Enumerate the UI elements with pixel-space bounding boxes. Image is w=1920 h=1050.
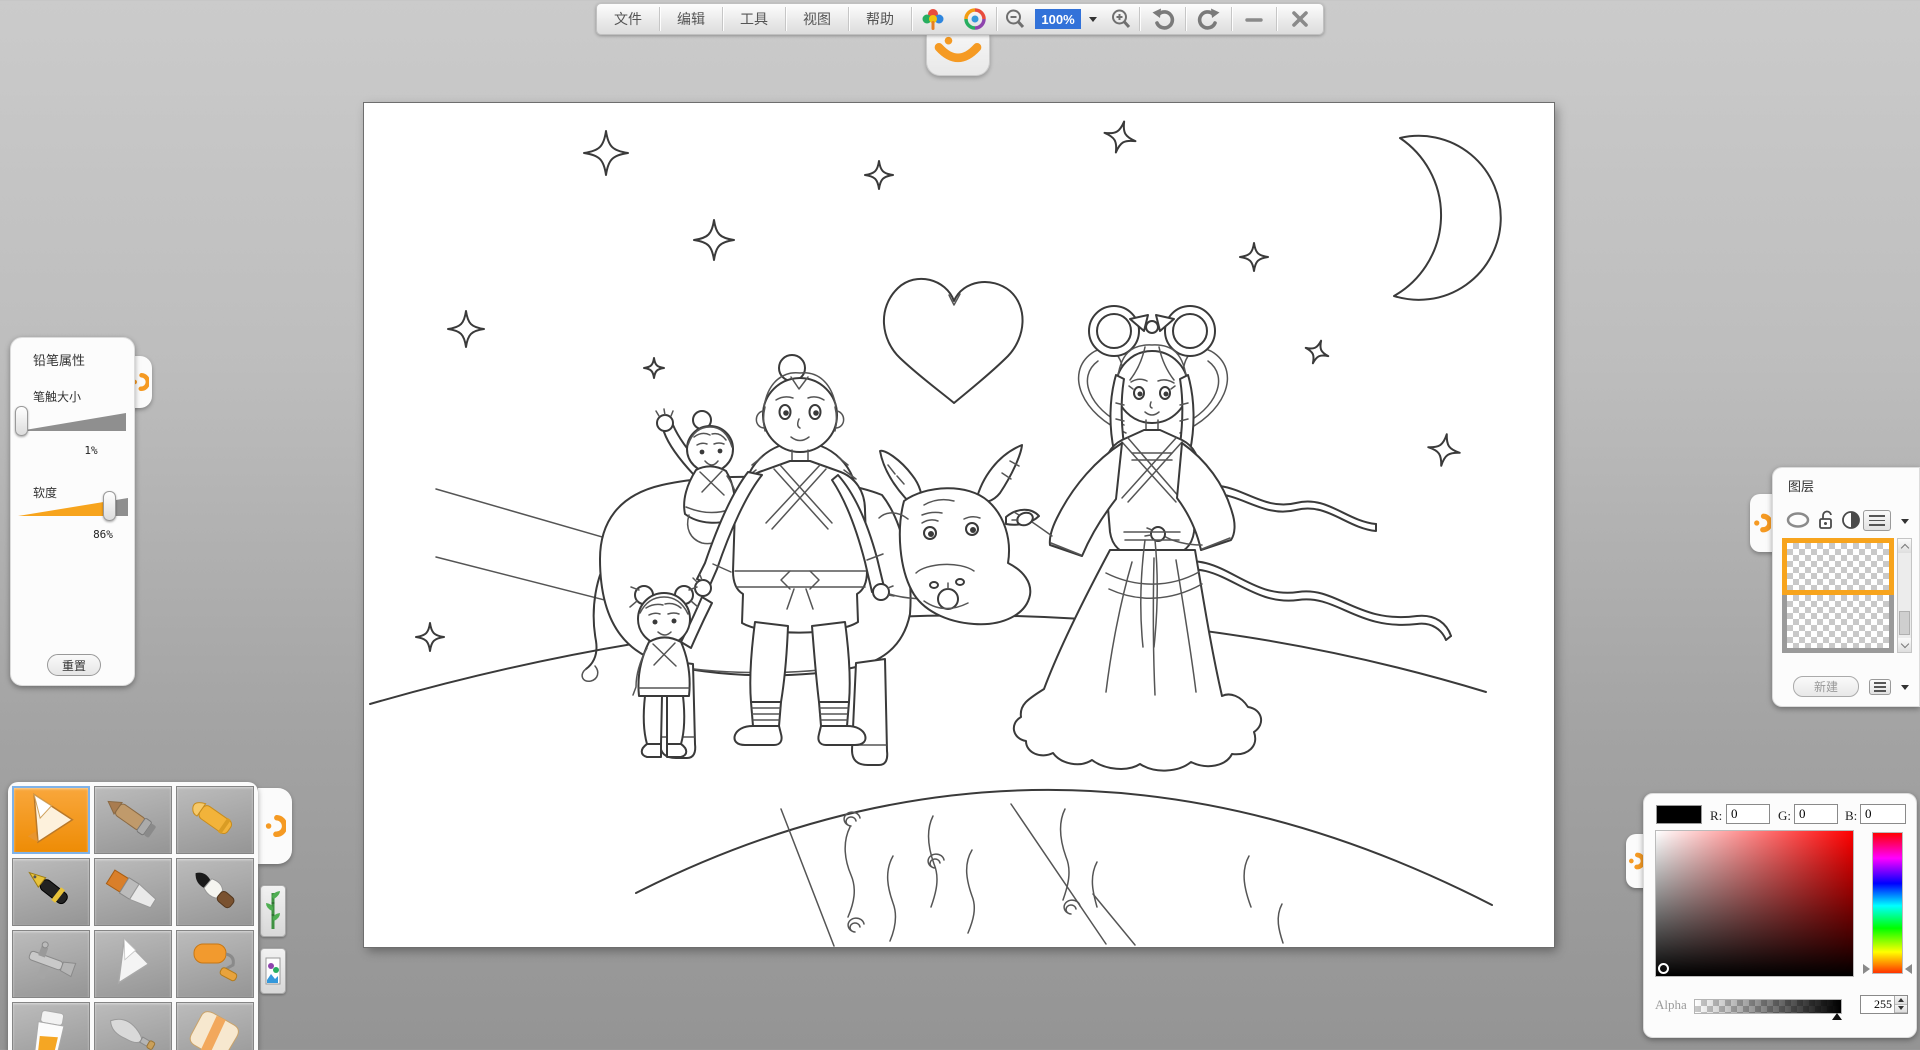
main-toolbar: 文件 编辑 工具 视图 帮助 100% (596, 3, 1324, 35)
zoom-level-display[interactable]: 100% (1035, 9, 1081, 29)
zoom-in-icon[interactable] (1103, 4, 1139, 34)
scroll-up-icon[interactable] (1898, 539, 1911, 553)
b-label: B: (1845, 808, 1857, 824)
cowherd-weaver-drawing (364, 103, 1554, 947)
r-input[interactable] (1726, 804, 1770, 824)
b-input[interactable] (1860, 804, 1906, 824)
picture-stamp-button[interactable] (260, 948, 286, 994)
alpha-label: Alpha (1655, 997, 1687, 1013)
brush-size-label: 笔触大小 (33, 388, 81, 405)
alpha-up-icon[interactable] (1895, 996, 1907, 1005)
tool-ink-bottle[interactable] (12, 1002, 90, 1050)
orange-grip-icon (264, 811, 286, 841)
drawing-canvas[interactable] (364, 103, 1554, 947)
tool-oil-brush[interactable] (94, 858, 172, 926)
layer-options-button[interactable] (1869, 679, 1891, 695)
brush-size-slider-thumb[interactable] (15, 406, 28, 436)
visibility-icon[interactable] (1785, 510, 1811, 530)
undo-icon[interactable] (1140, 4, 1185, 34)
crescent-moon (1394, 136, 1501, 300)
tool-palette-knife[interactable] (94, 1002, 172, 1050)
alpha-down-icon[interactable] (1895, 1005, 1907, 1014)
hue-marker-right[interactable] (1905, 964, 1912, 974)
unlock-icon[interactable] (1817, 510, 1835, 530)
tool-palette (8, 782, 258, 1050)
tool-eraser[interactable] (176, 1002, 254, 1050)
softness-value: 86% (81, 528, 125, 541)
orange-grip-icon (1753, 510, 1771, 536)
pencil-properties-panel: 铅笔属性 笔触大小 1% 软度 86% 重置 (10, 337, 135, 686)
hue-marker-left[interactable] (1863, 964, 1870, 974)
layer-row-1[interactable] (1782, 538, 1894, 595)
saturation-value-field[interactable] (1655, 830, 1854, 977)
g-input[interactable] (1794, 804, 1838, 824)
zoom-dropdown-icon[interactable] (1089, 17, 1097, 22)
softness-slider-thumb[interactable] (103, 491, 116, 521)
tool-airbrush[interactable] (12, 930, 90, 998)
layer-options-caret[interactable] (1901, 685, 1909, 690)
layer-menu-button[interactable] (1863, 510, 1891, 531)
layers-panel-handle[interactable] (1750, 494, 1774, 552)
alpha-spinner (1860, 995, 1908, 1014)
tool-palette-handle[interactable] (258, 788, 292, 864)
tool-pencil[interactable] (12, 786, 90, 854)
scene-gallery-icon[interactable] (912, 4, 954, 34)
pencil-panel-title: 铅笔属性 (33, 350, 85, 369)
sv-selector[interactable] (1658, 963, 1669, 974)
menu-help[interactable]: 帮助 (849, 4, 911, 34)
softness-label: 软度 (33, 484, 57, 501)
g-label: G: (1778, 808, 1791, 824)
paint-app-window: { "toolbar": { "menus": ["文件", "编辑", "工具… (0, 0, 1920, 1050)
tool-fountain-pen[interactable] (12, 858, 90, 926)
layers-panel-title: 图层 (1788, 476, 1814, 495)
tool-crayon[interactable] (176, 786, 254, 854)
redo-icon[interactable] (1186, 4, 1231, 34)
effect-gallery-icon[interactable] (954, 4, 996, 34)
alpha-input[interactable] (1861, 996, 1894, 1013)
scroll-down-icon[interactable] (1898, 638, 1911, 652)
layer-scrollbar[interactable] (1897, 538, 1912, 653)
blend-icon[interactable] (1841, 510, 1861, 530)
current-color-swatch (1656, 805, 1702, 824)
brush-size-value: 1% (71, 444, 111, 457)
smile-handle-icon (927, 34, 989, 74)
heart (884, 279, 1023, 403)
bamboo-stamp-button[interactable] (260, 885, 286, 937)
color-picker-panel: R: G: B: Alpha (1643, 793, 1917, 1038)
menu-file[interactable]: 文件 (597, 4, 659, 34)
alpha-marker[interactable] (1832, 1013, 1842, 1020)
layers-panel: 图层 新建 (1772, 467, 1920, 707)
picture-icon (265, 952, 281, 990)
menu-view[interactable]: 视图 (786, 4, 848, 34)
toolbar-drag-handle[interactable] (926, 34, 990, 76)
reset-button[interactable]: 重置 (47, 654, 101, 676)
bamboo-icon (265, 889, 281, 933)
menu-edit[interactable]: 编辑 (660, 4, 722, 34)
layer-list (1782, 538, 1894, 653)
scroll-thumb[interactable] (1899, 611, 1910, 635)
tool-ink-brush[interactable] (176, 858, 254, 926)
layer-row-2[interactable] (1782, 595, 1894, 653)
r-label: R: (1710, 808, 1722, 824)
close-icon[interactable] (1277, 4, 1323, 34)
weaver-girl (1012, 306, 1451, 771)
tool-pastel-stick[interactable] (94, 786, 172, 854)
hue-strip[interactable] (1872, 832, 1903, 974)
milky-way-river (636, 790, 1492, 946)
zoom-out-icon[interactable] (997, 4, 1033, 34)
menu-tools[interactable]: 工具 (723, 4, 785, 34)
orange-grip-icon (1628, 849, 1644, 873)
tool-chalk-cone[interactable] (94, 930, 172, 998)
new-layer-button[interactable]: 新建 (1793, 676, 1859, 697)
tool-paint-roller[interactable] (176, 930, 254, 998)
alpha-slider[interactable] (1694, 999, 1842, 1014)
minimize-icon[interactable] (1232, 4, 1276, 34)
layer-menu-caret[interactable] (1901, 519, 1909, 524)
brush-size-slider[interactable] (19, 413, 126, 431)
